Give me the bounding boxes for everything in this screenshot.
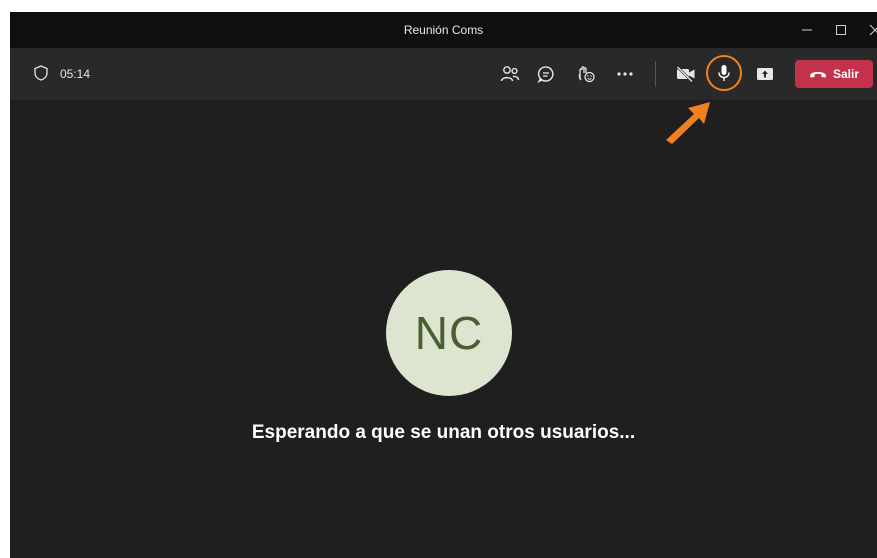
maximize-icon <box>836 25 846 35</box>
more-options-button[interactable] <box>611 60 639 88</box>
microphone-icon <box>718 65 730 81</box>
window-title: Reunión Coms <box>403 23 484 37</box>
hang-up-icon <box>809 71 826 78</box>
title-bar: Reunión Coms <box>10 12 877 48</box>
people-icon <box>500 66 520 82</box>
shield-icon <box>34 65 48 81</box>
share-screen-icon <box>757 68 773 80</box>
avatar-initials: NC <box>414 307 484 359</box>
highlight-arrow-icon <box>666 102 710 144</box>
meeting-toolbar: 05:14 Salir <box>10 48 877 100</box>
meeting-window: Reunión Coms 05:14 Salir NC Esperando a … <box>10 12 877 558</box>
minimize-button[interactable] <box>790 12 824 48</box>
leave-button[interactable]: Salir <box>795 60 873 88</box>
raise-hand-icon <box>578 66 595 83</box>
chat-button[interactable] <box>532 60 560 88</box>
close-icon <box>869 24 877 36</box>
meeting-info-button[interactable] <box>30 62 52 84</box>
waiting-message: Esperando a que se unan otros usuarios..… <box>251 422 636 443</box>
maximize-button[interactable] <box>824 12 858 48</box>
share-screen-button[interactable] <box>751 60 779 88</box>
camera-off-icon <box>676 66 695 82</box>
avatar: NC <box>386 270 512 396</box>
participants-button[interactable] <box>496 60 524 88</box>
camera-button[interactable] <box>672 60 700 88</box>
microphone-button[interactable] <box>706 55 742 91</box>
leave-label: Salir <box>832 67 859 81</box>
toolbar-divider <box>655 61 656 87</box>
reactions-button[interactable] <box>572 60 600 88</box>
close-button[interactable] <box>858 12 877 48</box>
more-icon <box>617 72 633 76</box>
minimize-icon <box>802 29 812 31</box>
meeting-timer: 05:14 <box>60 67 91 81</box>
chat-icon <box>537 66 554 83</box>
